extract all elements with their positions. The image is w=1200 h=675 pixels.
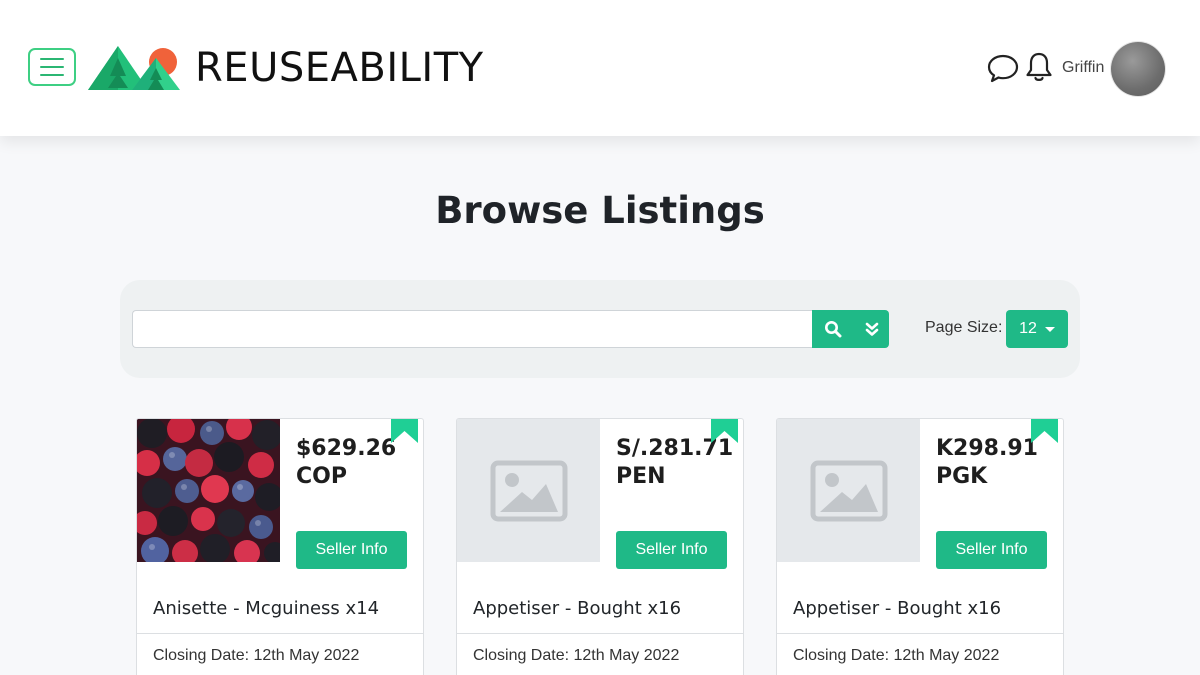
- bell-icon[interactable]: [1025, 51, 1053, 83]
- page-size-dropdown[interactable]: 12: [1006, 310, 1068, 348]
- listing-price: $629.26 COP: [296, 436, 397, 489]
- menu-line: [40, 58, 64, 60]
- bookmark-ribbon-icon[interactable]: [1031, 419, 1058, 443]
- bookmark-ribbon-icon[interactable]: [711, 419, 738, 443]
- card-divider: [457, 633, 743, 634]
- search-input[interactable]: [132, 310, 812, 348]
- seller-info-button[interactable]: Seller Info: [616, 531, 727, 569]
- brand-name[interactable]: REUSEABILITY: [195, 42, 484, 94]
- page-size-value: 12: [1019, 320, 1037, 337]
- top-navbar: REUSEABILITY Griffin: [0, 0, 1200, 136]
- placeholder-image-icon: [490, 460, 567, 521]
- listing-card[interactable]: $629.26 COP Seller Info Anisette - Mcgui…: [136, 418, 424, 675]
- search-button[interactable]: [812, 310, 854, 348]
- listing-image[interactable]: [457, 419, 600, 562]
- menu-line: [40, 66, 64, 68]
- page-title: Browse Listings: [435, 189, 765, 232]
- closing-date: Closing Date: 12th May 2022: [153, 647, 360, 664]
- placeholder-image-icon: [810, 460, 887, 521]
- berries-photo: [137, 419, 280, 562]
- closing-date: Closing Date: 12th May 2022: [473, 647, 680, 664]
- closing-date: Closing Date: 12th May 2022: [793, 647, 1000, 664]
- listing-price: S/.281.71 PEN: [616, 436, 734, 489]
- card-divider: [137, 633, 423, 634]
- seller-info-button[interactable]: Seller Info: [936, 531, 1047, 569]
- menu-line: [40, 74, 64, 76]
- listing-card[interactable]: K298.91 PGK Seller Info Appetiser - Boug…: [776, 418, 1064, 675]
- listing-name[interactable]: Appetiser - Bought x16: [473, 597, 681, 621]
- listing-price: K298.91 PGK: [936, 436, 1038, 489]
- listing-image[interactable]: [777, 419, 920, 562]
- advanced-search-toggle-button[interactable]: [854, 310, 889, 348]
- listing-image[interactable]: [137, 419, 280, 562]
- search-panel: Page Size: 12: [120, 280, 1080, 378]
- listing-card[interactable]: S/.281.71 PEN Seller Info Appetiser - Bo…: [456, 418, 744, 675]
- bookmark-ribbon-icon[interactable]: [391, 419, 418, 443]
- double-chevron-down-icon: [865, 322, 878, 336]
- chat-bubble-icon[interactable]: [987, 53, 1019, 83]
- username[interactable]: Griffin: [1062, 58, 1104, 78]
- listing-name[interactable]: Anisette - Mcguiness x14: [153, 597, 379, 621]
- magnifier-icon: [825, 321, 842, 338]
- mountain-logo-icon[interactable]: [88, 44, 180, 92]
- page-size-label: Page Size:: [925, 319, 1003, 336]
- avatar[interactable]: [1111, 42, 1165, 96]
- hamburger-menu-button[interactable]: [28, 48, 76, 86]
- seller-info-button[interactable]: Seller Info: [296, 531, 407, 569]
- caret-down-icon: [1044, 326, 1055, 332]
- card-divider: [777, 633, 1063, 634]
- listing-name[interactable]: Appetiser - Bought x16: [793, 597, 1001, 621]
